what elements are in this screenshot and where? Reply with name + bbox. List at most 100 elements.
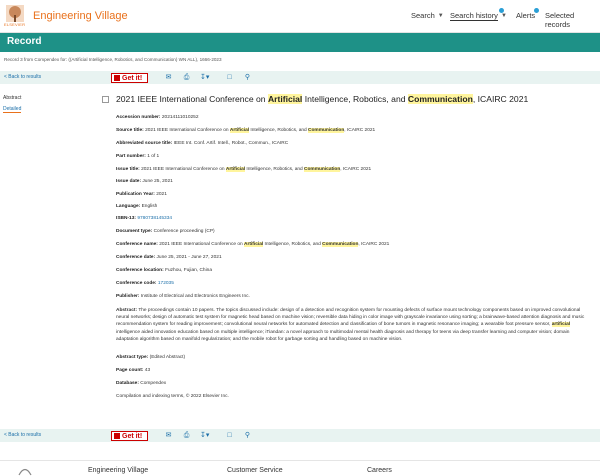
field-value: , ICAIRC 2021 xyxy=(344,128,376,133)
conference-code-link[interactable]: 172035 xyxy=(158,281,174,286)
field-label: Abstract: xyxy=(116,308,138,313)
field-highlight: Artificial xyxy=(244,242,264,247)
field-value: 2021 IEEE International Conference on xyxy=(145,128,230,133)
field-highlight: Communication xyxy=(304,167,341,172)
isbn-link[interactable]: 9780738145334 xyxy=(137,216,172,221)
nav-alerts-label: Alerts xyxy=(516,11,536,20)
field-source-title: Source title: 2021 IEEE International Co… xyxy=(116,128,375,133)
footer-logo-icon xyxy=(18,468,32,476)
get-it-icon xyxy=(114,75,120,81)
field-label: Accession number: xyxy=(116,115,161,120)
field-value: , ICAIRC 2021 xyxy=(340,167,372,172)
nav-alerts[interactable]: Alerts xyxy=(516,11,535,20)
field-isbn: ISBN-13: 9780738145334 xyxy=(116,216,172,221)
footer-careers[interactable]: Careers xyxy=(367,467,392,474)
field-label: Page count: xyxy=(116,368,144,373)
nav-search[interactable]: Search ▼ xyxy=(411,11,444,20)
download-icon[interactable]: ↧▾ xyxy=(200,431,209,440)
nav-search-label: Search xyxy=(411,11,435,20)
footer-customer-service[interactable]: Customer Service xyxy=(227,467,283,474)
back-to-results-link-top[interactable]: < Back to results xyxy=(4,74,41,80)
field-highlight: Artificial xyxy=(225,167,246,172)
save-icon[interactable]: □ xyxy=(225,73,234,82)
field-label: Publication Year: xyxy=(116,192,155,197)
get-it-button-top[interactable]: Get it! xyxy=(111,73,148,83)
field-value: (Edited Abstract) xyxy=(149,355,186,360)
title-highlight: Artificial xyxy=(267,94,303,104)
field-label: Abbreviated source title: xyxy=(116,141,173,146)
field-highlight: Communication xyxy=(308,128,345,133)
alerts-badge xyxy=(534,8,539,13)
footer-engineering-village[interactable]: Engineering Village xyxy=(88,467,148,474)
bottom-toolbar xyxy=(0,429,600,442)
field-value: , ICAIRC 2021 xyxy=(358,242,390,247)
field-label: ISBN-13: xyxy=(116,216,136,221)
field-value: June 25, 2021 xyxy=(142,179,173,184)
nav-selected-records[interactable]: Selected records xyxy=(545,11,600,29)
field-value: Institute of Electrical and Electronics … xyxy=(140,294,250,299)
search-icon[interactable]: ⚲ xyxy=(243,73,252,82)
field-highlight: Communication xyxy=(322,242,359,247)
chevron-down-icon: ▼ xyxy=(437,12,444,19)
print-icon[interactable]: ⎙ xyxy=(182,73,191,82)
nav-search-history-label: Search history xyxy=(450,11,498,21)
field-value: Intelligence, Robotics, and xyxy=(245,167,305,172)
top-header: ELSEVIER Engineering Village Search ▼ Se… xyxy=(0,0,600,33)
field-value: 2021 xyxy=(156,192,167,197)
brand-title[interactable]: Engineering Village xyxy=(33,10,128,22)
field-abbrev-source: Abbreviated source title: IEEE Int. Conf… xyxy=(116,141,288,146)
field-value: English xyxy=(141,204,158,209)
field-value: June 25, 2021 - June 27, 2021 xyxy=(156,255,222,260)
field-conference-location: Conference location: Fuzhou, Fujian, Chi… xyxy=(116,268,212,273)
field-conference-name: Conference name: 2021 IEEE International… xyxy=(116,242,389,247)
leftnav-abstract[interactable]: Abstract xyxy=(3,95,21,101)
field-label: Database: xyxy=(116,381,139,386)
search-history-badge xyxy=(499,8,504,13)
email-icon[interactable]: ✉ xyxy=(164,431,173,440)
record-context-line: Record 3 from Compendex for: ((Artificia… xyxy=(4,57,222,62)
field-issue-date: Issue date: June 25, 2021 xyxy=(116,179,173,184)
print-icon[interactable]: ⎙ xyxy=(182,431,191,440)
record-select-checkbox[interactable] xyxy=(102,96,109,103)
field-value: IEEE Int. Conf. Artif. Intell., Robot., … xyxy=(173,141,289,146)
save-icon[interactable]: □ xyxy=(225,431,234,440)
field-label: Source title: xyxy=(116,128,144,133)
field-label: Issue title: xyxy=(116,167,140,172)
field-label: Document type: xyxy=(116,229,153,234)
field-label: Conference name: xyxy=(116,242,158,247)
field-value: Compendex xyxy=(140,381,167,386)
field-label: Language: xyxy=(116,204,141,209)
record-title[interactable]: 2021 IEEE International Conference on Ar… xyxy=(116,94,528,104)
abstract-highlight: artificial xyxy=(551,322,571,328)
field-accession: Accession number: 20214111010252 xyxy=(116,115,199,120)
footer-divider xyxy=(0,460,600,461)
title-highlight: Communication xyxy=(407,94,473,104)
field-document-type: Document type: Conference proceeding (CP… xyxy=(116,229,215,234)
field-label: Issue date: xyxy=(116,179,142,184)
field-value: 20214111010252 xyxy=(161,115,199,120)
nav-search-history[interactable]: Search history ▼ xyxy=(450,11,507,21)
chevron-down-icon: ▼ xyxy=(500,13,507,19)
title-text: 2021 IEEE International Conference on xyxy=(116,94,268,104)
back-to-results-link-bottom[interactable]: < Back to results xyxy=(4,432,41,438)
abstract-text: intelligence aided innovation education … xyxy=(116,329,570,342)
download-icon[interactable]: ↧▾ xyxy=(200,73,209,82)
field-label: Conference location: xyxy=(116,268,164,273)
title-text: , ICAIRC 2021 xyxy=(472,94,529,104)
field-abstract-type: Abstract type: (Edited Abstract) xyxy=(116,355,185,360)
record-title-bar: Record xyxy=(0,33,600,52)
get-it-label: Get it! xyxy=(122,74,143,82)
field-value: Intelligence, Robotics, and xyxy=(263,242,323,247)
field-conference-date: Conference date: June 25, 2021 - June 27… xyxy=(116,255,222,260)
field-abstract: Abstract: The proceedings contain 10 pap… xyxy=(116,307,591,343)
field-label: Part number: xyxy=(116,154,146,159)
email-icon[interactable]: ✉ xyxy=(164,73,173,82)
field-language: Language: English xyxy=(116,204,157,209)
get-it-button-bottom[interactable]: Get it! xyxy=(111,431,148,441)
search-icon[interactable]: ⚲ xyxy=(243,431,252,440)
field-value: Fuzhou, Fujian, China xyxy=(165,268,212,273)
get-it-icon xyxy=(114,433,120,439)
leftnav-detailed[interactable]: Detailed xyxy=(3,106,22,113)
field-value: 43 xyxy=(144,368,151,373)
field-value: 2021 IEEE International Conference on xyxy=(159,242,245,247)
